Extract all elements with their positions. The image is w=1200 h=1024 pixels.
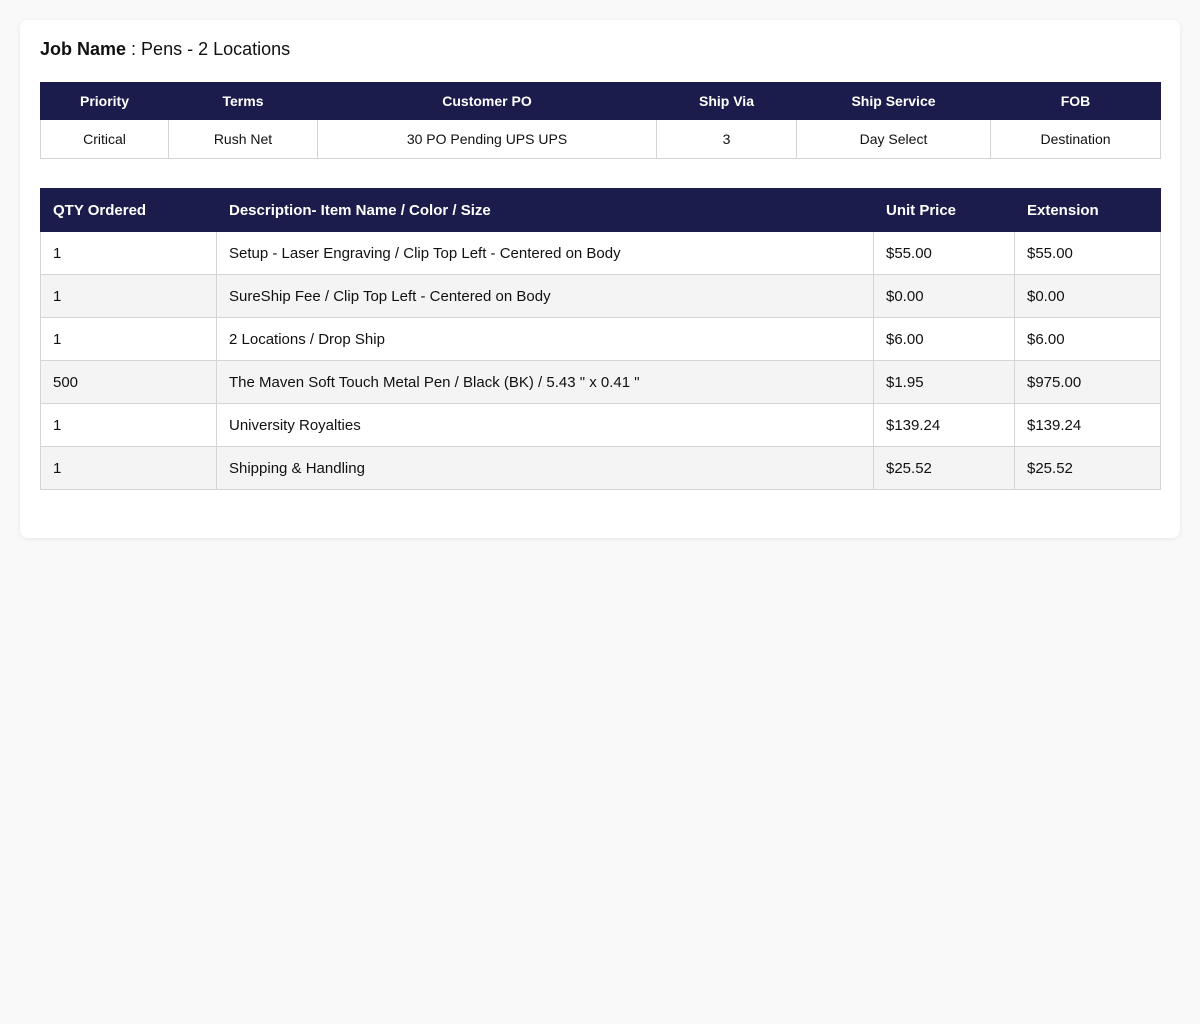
qty-cell: 1 [40, 317, 217, 361]
meta-value-ship-via: 3 [656, 119, 797, 159]
extension-cell: $975.00 [1014, 360, 1161, 404]
description-cell: SureShip Fee / Clip Top Left - Centered … [216, 274, 874, 318]
job-name-line: Job Name : Pens - 2 Locations [40, 38, 290, 60]
job-name-label: Job Name [40, 39, 127, 59]
meta-header-terms: Terms [168, 82, 318, 120]
items-header-extension: Extension [1014, 188, 1161, 232]
table-row: 1 Setup - Laser Engraving / Clip Top Lef… [40, 231, 1161, 275]
order-meta-table: Priority Terms Customer PO Ship Via Ship… [40, 82, 1161, 159]
table-row: 1 University Royalties $139.24 $139.24 [40, 403, 1161, 447]
meta-header-ship-service: Ship Service [796, 82, 991, 120]
extension-cell: $6.00 [1014, 317, 1161, 361]
description-cell: University Royalties [216, 403, 874, 447]
unit-price-cell: $139.24 [873, 403, 1015, 447]
meta-header-customer-po: Customer PO [317, 82, 657, 120]
items-header-unit-price: Unit Price [873, 188, 1015, 232]
meta-value-customer-po: 30 PO Pending UPS UPS [317, 119, 657, 159]
items-header-description: Description- Item Name / Color / Size [216, 188, 874, 232]
extension-cell: $0.00 [1014, 274, 1161, 318]
qty-cell: 500 [40, 360, 217, 404]
description-cell: The Maven Soft Touch Metal Pen / Black (… [216, 360, 874, 404]
meta-value-row: Critical Rush Net 30 PO Pending UPS UPS … [40, 119, 1161, 159]
items-header-row: QTY Ordered Description- Item Name / Col… [40, 188, 1161, 232]
job-name-value: Pens - 2 Locations [141, 39, 291, 59]
meta-header-ship-via: Ship Via [656, 82, 797, 120]
meta-value-ship-service: Day Select [796, 119, 991, 159]
unit-price-cell: $6.00 [873, 317, 1015, 361]
unit-price-cell: $0.00 [873, 274, 1015, 318]
items-header-qty: QTY Ordered [40, 188, 217, 232]
qty-cell: 1 [40, 231, 217, 275]
extension-cell: $25.52 [1014, 446, 1161, 490]
table-row: 500 The Maven Soft Touch Metal Pen / Bla… [40, 360, 1161, 404]
qty-cell: 1 [40, 446, 217, 490]
table-row: 1 SureShip Fee / Clip Top Left - Centere… [40, 274, 1161, 318]
meta-value-terms: Rush Net [168, 119, 318, 159]
description-cell: Shipping & Handling [216, 446, 874, 490]
meta-header-priority: Priority [40, 82, 169, 120]
line-items-table: QTY Ordered Description- Item Name / Col… [40, 188, 1161, 490]
table-row: 1 Shipping & Handling $25.52 $25.52 [40, 446, 1161, 490]
unit-price-cell: $25.52 [873, 446, 1015, 490]
meta-header-row: Priority Terms Customer PO Ship Via Ship… [40, 82, 1161, 120]
order-card: Job Name : Pens - 2 Locations Priority T… [20, 20, 1180, 538]
table-row: 1 2 Locations / Drop Ship $6.00 $6.00 [40, 317, 1161, 361]
meta-header-fob: FOB [990, 82, 1161, 120]
meta-value-fob: Destination [990, 119, 1161, 159]
description-cell: 2 Locations / Drop Ship [216, 317, 874, 361]
unit-price-cell: $55.00 [873, 231, 1015, 275]
extension-cell: $55.00 [1014, 231, 1161, 275]
qty-cell: 1 [40, 274, 217, 318]
qty-cell: 1 [40, 403, 217, 447]
unit-price-cell: $1.95 [873, 360, 1015, 404]
description-cell: Setup - Laser Engraving / Clip Top Left … [216, 231, 874, 275]
job-name-separator: : [126, 39, 142, 59]
extension-cell: $139.24 [1014, 403, 1161, 447]
meta-value-priority: Critical [40, 119, 169, 159]
